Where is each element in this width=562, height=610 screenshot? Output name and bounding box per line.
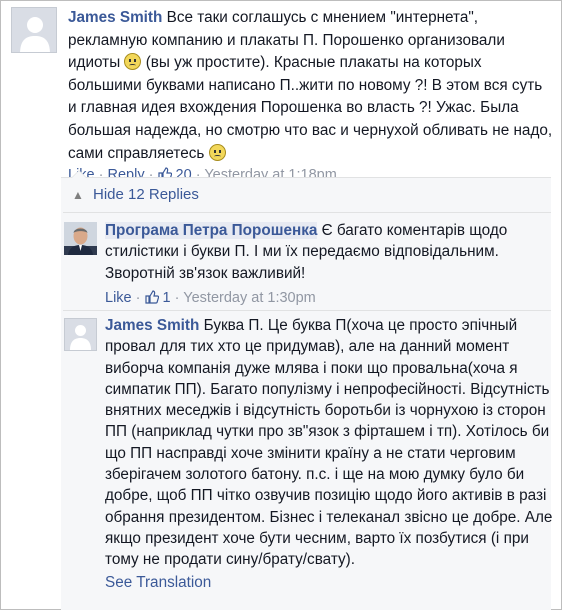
reply-author[interactable]: James Smith — [105, 317, 199, 334]
like-link[interactable]: Like — [105, 290, 132, 306]
default-avatar-icon — [65, 319, 96, 350]
profile-photo-icon — [64, 222, 97, 255]
reply-text: Буква П. Це буква П(хоча це просто эпічн… — [105, 317, 553, 569]
hide-replies-toggle[interactable]: ▲ Hide 12 Replies — [63, 184, 199, 206]
frown-emoji-icon — [124, 53, 142, 71]
default-avatar-icon — [12, 8, 56, 52]
timestamp[interactable]: Yesterday at 1:30pm — [183, 290, 315, 306]
avatar[interactable] — [11, 7, 57, 53]
avatar[interactable] — [64, 222, 97, 255]
comment-thread: James Smith Все таки соглашусь с мнением… — [0, 0, 562, 610]
hide-replies-label[interactable]: Hide 12 Replies — [93, 186, 199, 203]
reply-author[interactable]: Програма Петра Порошенка — [105, 222, 318, 239]
avatar[interactable] — [64, 318, 97, 351]
comment-text-part2: (вы уж простите). Красные плакаты на кот… — [68, 54, 553, 162]
comment-author[interactable]: James Smith — [68, 9, 162, 26]
divider — [63, 212, 551, 213]
reply-body: James Smith Буква П. Це буква П(хоча це … — [105, 315, 555, 593]
reply-body: Програма Петра Порошенка Є багато комент… — [105, 220, 555, 308]
see-translation-link[interactable]: See Translation — [105, 572, 555, 593]
like-count[interactable]: 1 — [144, 290, 175, 306]
chevron-up-icon: ▲ — [72, 188, 84, 202]
reply-actions: Like · 1 · Yesterday at 1:30pm — [105, 289, 316, 306]
frown-emoji-icon — [208, 143, 226, 161]
divider — [63, 310, 551, 311]
thumbs-up-icon — [144, 290, 159, 304]
comment-body: James Smith Все таки соглашусь с мнением… — [68, 7, 553, 185]
